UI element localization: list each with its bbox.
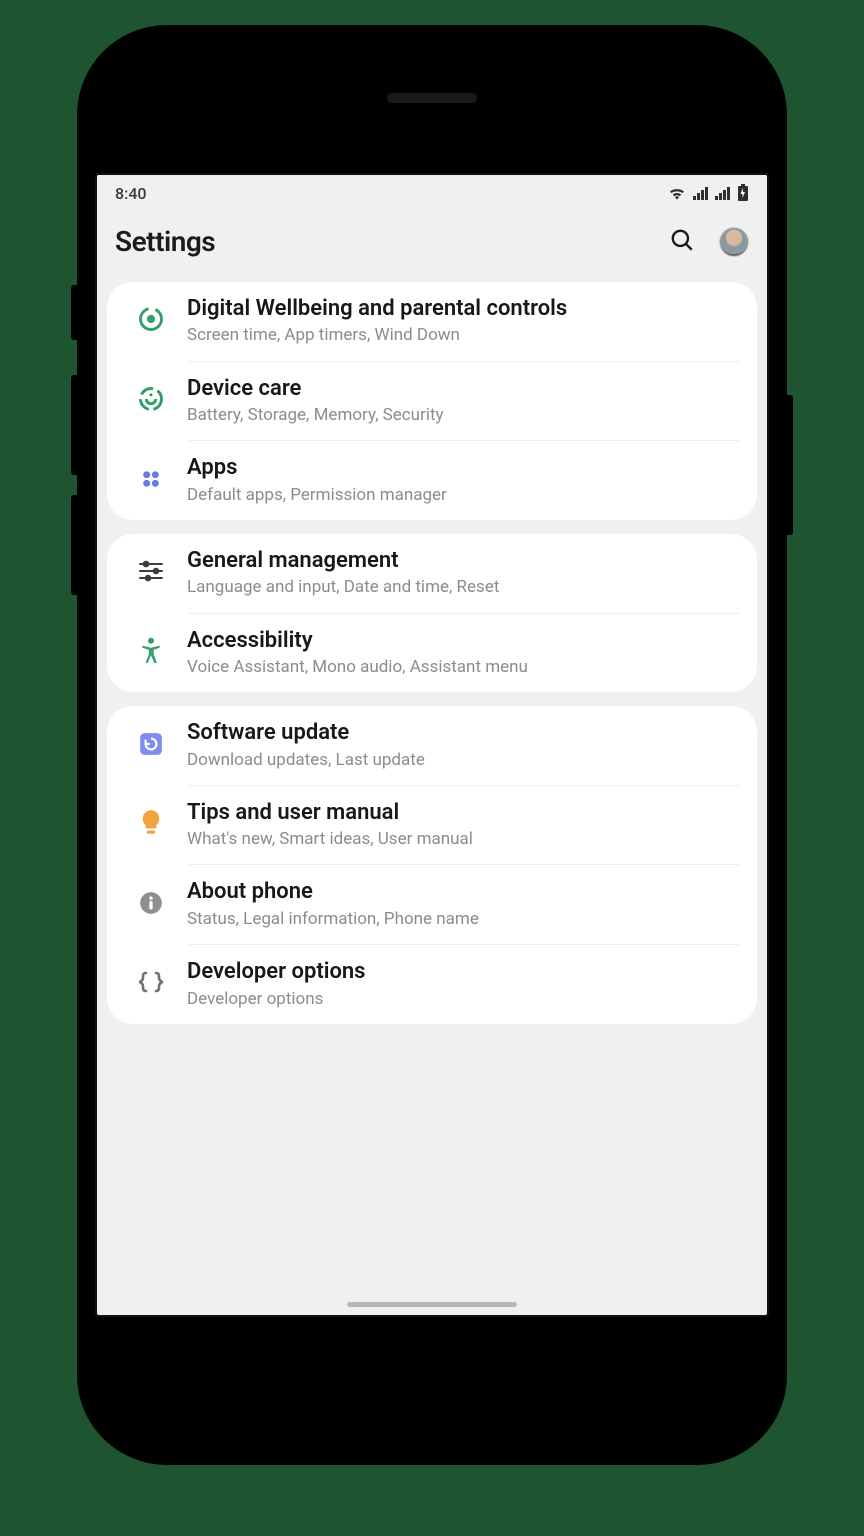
item-subtitle: Default apps, Permission manager [187, 485, 737, 506]
item-subtitle: Download updates, Last update [187, 750, 737, 771]
item-title: Tips and user manual [187, 800, 737, 826]
item-title: Device care [187, 376, 737, 402]
item-title: Software update [187, 720, 737, 746]
item-subtitle: Developer options [187, 989, 737, 1010]
settings-item-accessibility[interactable]: Accessibility Voice Assistant, Mono audi… [107, 614, 757, 693]
item-title: Apps [187, 455, 737, 481]
wellbeing-icon [137, 305, 165, 337]
software-update-icon [138, 731, 164, 761]
settings-item-devicecare[interactable]: Device care Battery, Storage, Memory, Se… [107, 362, 757, 441]
apps-icon [138, 466, 164, 496]
item-title: General management [187, 548, 737, 574]
settings-item-developer[interactable]: Developer options Developer options [107, 945, 757, 1024]
battery-charging-icon [737, 184, 749, 202]
item-subtitle: Screen time, App timers, Wind Down [187, 325, 737, 346]
accessibility-icon [138, 637, 164, 669]
code-braces-icon [136, 970, 166, 998]
info-icon [138, 890, 164, 920]
device-care-icon [137, 385, 165, 417]
app-header: Settings [97, 211, 767, 282]
item-subtitle: Voice Assistant, Mono audio, Assistant m… [187, 657, 737, 678]
item-subtitle: Language and input, Date and time, Reset [187, 577, 737, 598]
page-title: Settings [115, 225, 215, 258]
wifi-icon [667, 185, 687, 201]
signal-2-icon [715, 186, 731, 200]
phone-frame: 8:40 [77, 25, 787, 1465]
item-subtitle: Battery, Storage, Memory, Security [187, 405, 737, 426]
item-subtitle: Status, Legal information, Phone name [187, 909, 737, 930]
settings-item-wellbeing[interactable]: Digital Wellbeing and parental controls … [107, 282, 757, 361]
status-bar: 8:40 [97, 175, 767, 211]
item-subtitle: What's new, Smart ideas, User manual [187, 829, 737, 850]
settings-group: Digital Wellbeing and parental controls … [107, 282, 757, 520]
lightbulb-icon [140, 809, 162, 841]
settings-item-general[interactable]: General management Language and input, D… [107, 534, 757, 613]
profile-avatar[interactable] [719, 227, 749, 257]
clock: 8:40 [115, 184, 147, 203]
status-icons [667, 184, 749, 202]
settings-item-about[interactable]: About phone Status, Legal information, P… [107, 865, 757, 944]
item-title: Developer options [187, 959, 737, 985]
item-title: Digital Wellbeing and parental controls [187, 296, 737, 322]
search-button[interactable] [669, 227, 695, 257]
item-title: Accessibility [187, 628, 737, 654]
item-title: About phone [187, 879, 737, 905]
home-indicator[interactable] [347, 1302, 517, 1307]
settings-list[interactable]: Digital Wellbeing and parental controls … [97, 282, 767, 1315]
settings-item-software[interactable]: Software update Download updates, Last u… [107, 706, 757, 785]
screen: 8:40 [95, 173, 769, 1317]
settings-item-apps[interactable]: Apps Default apps, Permission manager [107, 441, 757, 520]
settings-group: General management Language and input, D… [107, 534, 757, 692]
settings-group: Software update Download updates, Last u… [107, 706, 757, 1024]
signal-1-icon [693, 186, 709, 200]
settings-item-tips[interactable]: Tips and user manual What's new, Smart i… [107, 786, 757, 865]
sliders-icon [138, 560, 164, 586]
